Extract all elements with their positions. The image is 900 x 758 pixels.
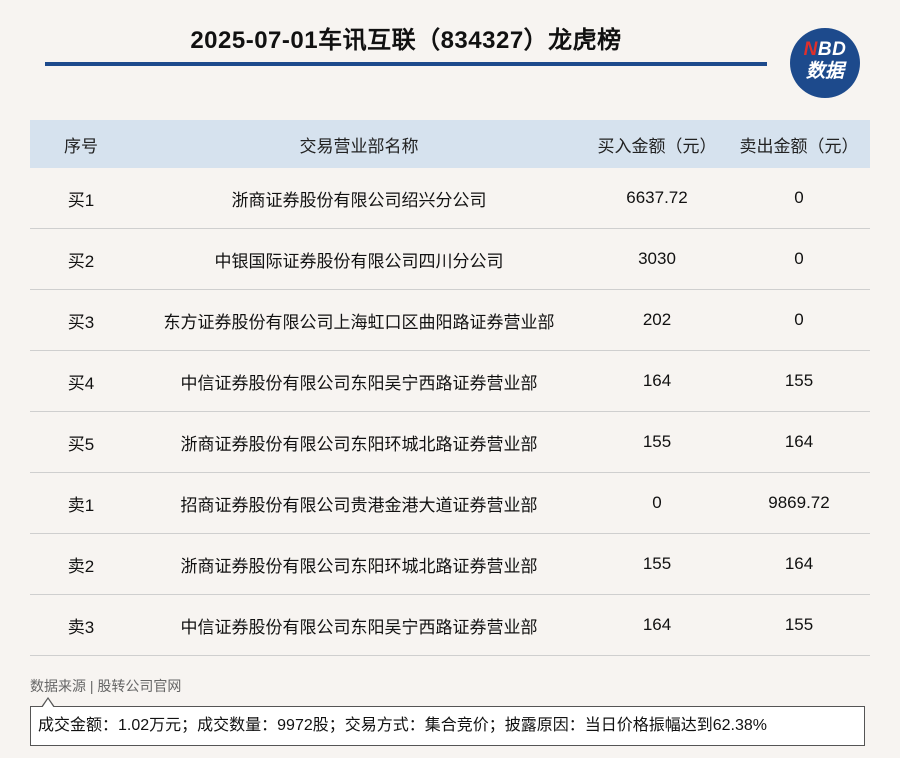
dragon-tiger-table: 序号 交易营业部名称 买入金额（元） 卖出金额（元） 买1 浙商证券股份有限公司… (30, 120, 870, 656)
cell-branch: 浙商证券股份有限公司东阳环城北路证券营业部 (132, 411, 586, 473)
cell-rank: 买3 (30, 289, 132, 351)
page-title: 2025-07-01车讯互联（834327）龙虎榜 (190, 27, 622, 54)
cell-rank: 卖2 (30, 533, 132, 595)
cell-rank: 买2 (30, 228, 132, 290)
cell-sell-amount: 9869.72 (728, 472, 870, 534)
cell-sell-amount: 155 (728, 594, 870, 656)
cell-rank: 买5 (30, 411, 132, 473)
cell-branch: 东方证券股份有限公司上海虹口区曲阳路证券营业部 (132, 289, 586, 351)
logo-bd-letters: BD (817, 39, 847, 60)
cell-buy-amount: 0 (586, 472, 728, 534)
cell-sell-amount: 0 (728, 228, 870, 290)
cell-sell-amount: 0 (728, 168, 870, 229)
note-pointer-fill (42, 699, 54, 708)
logo-line1: NBD (790, 40, 860, 60)
cell-branch: 浙商证券股份有限公司绍兴分公司 (132, 168, 586, 229)
cell-sell-amount: 0 (728, 289, 870, 351)
table-row: 买5 浙商证券股份有限公司东阳环城北路证券营业部 155 164 (30, 411, 870, 473)
data-source: 数据来源 | 股转公司官网 (30, 678, 182, 694)
cell-branch: 招商证券股份有限公司贵港金港大道证券营业部 (132, 472, 586, 534)
column-header-rank: 序号 (30, 120, 132, 168)
table-row: 卖1 招商证券股份有限公司贵港金港大道证券营业部 0 9869.72 (30, 472, 870, 534)
table-header-row: 序号 交易营业部名称 买入金额（元） 卖出金额（元） (30, 120, 870, 168)
table-row: 买4 中信证券股份有限公司东阳吴宁西路证券营业部 164 155 (30, 350, 870, 412)
cell-buy-amount: 6637.72 (586, 168, 728, 229)
column-header-sell-amount: 卖出金额（元） (728, 120, 870, 168)
nbd-logo: NBD 数据 (790, 28, 860, 98)
cell-buy-amount: 202 (586, 289, 728, 351)
column-header-buy-amount: 买入金额（元） (586, 120, 728, 168)
cell-rank: 卖1 (30, 472, 132, 534)
trade-summary-note: 成交金额：1.02万元；成交数量：9972股；交易方式：集合竞价；披露原因：当日… (30, 706, 865, 746)
cell-rank: 买4 (30, 350, 132, 412)
cell-sell-amount: 164 (728, 533, 870, 595)
cell-branch: 浙商证券股份有限公司东阳环城北路证券营业部 (132, 533, 586, 595)
cell-rank: 买1 (30, 168, 132, 229)
cell-sell-amount: 155 (728, 350, 870, 412)
table-row: 买3 东方证券股份有限公司上海虹口区曲阳路证券营业部 202 0 (30, 289, 870, 351)
report-header: 2025-07-01车讯互联（834327）龙虎榜 (45, 0, 767, 66)
table-row: 卖2 浙商证券股份有限公司东阳环城北路证券营业部 155 164 (30, 533, 870, 595)
cell-buy-amount: 3030 (586, 228, 728, 290)
title-divider (45, 62, 767, 66)
cell-buy-amount: 164 (586, 350, 728, 412)
cell-buy-amount: 164 (586, 594, 728, 656)
cell-branch: 中信证券股份有限公司东阳吴宁西路证券营业部 (132, 594, 586, 656)
logo-line2: 数据 (805, 61, 844, 82)
logo-n-letter: N (803, 39, 818, 60)
table-row: 买1 浙商证券股份有限公司绍兴分公司 6637.72 0 (30, 168, 870, 229)
cell-rank: 卖3 (30, 594, 132, 656)
table-row: 卖3 中信证券股份有限公司东阳吴宁西路证券营业部 164 155 (30, 594, 870, 656)
cell-branch: 中银国际证券股份有限公司四川分公司 (132, 228, 586, 290)
cell-buy-amount: 155 (586, 411, 728, 473)
table-row: 买2 中银国际证券股份有限公司四川分公司 3030 0 (30, 228, 870, 290)
cell-buy-amount: 155 (586, 533, 728, 595)
column-header-branch: 交易营业部名称 (132, 120, 586, 168)
cell-sell-amount: 164 (728, 411, 870, 473)
cell-branch: 中信证券股份有限公司东阳吴宁西路证券营业部 (132, 350, 586, 412)
